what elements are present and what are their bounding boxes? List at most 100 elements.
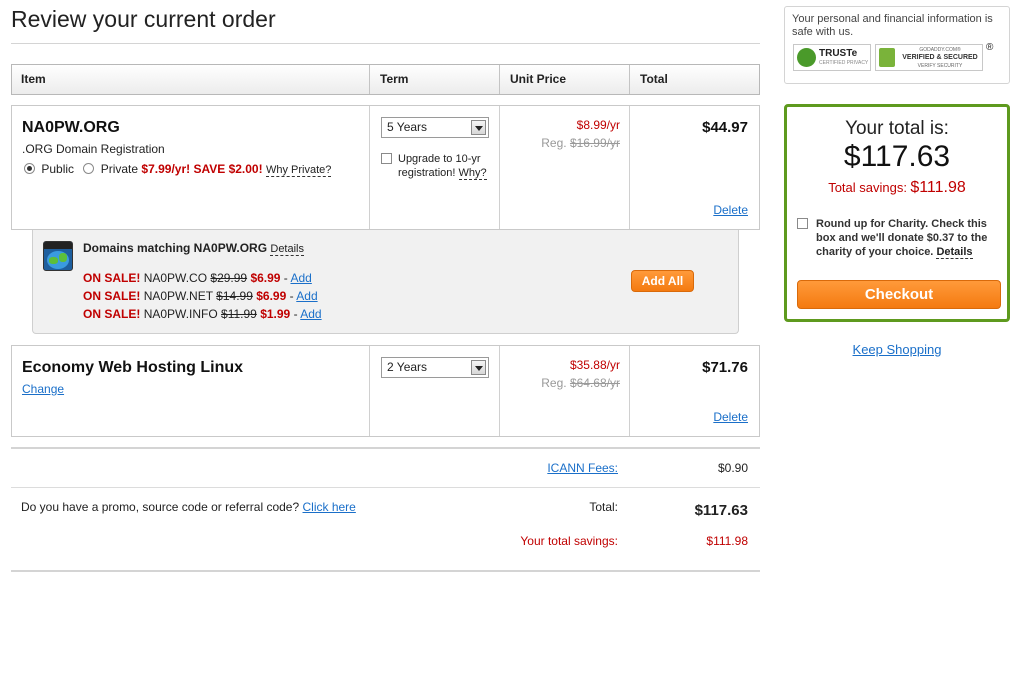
- new-price: $6.99: [256, 289, 287, 303]
- public-label: Public: [41, 162, 75, 176]
- total-value: $117.63: [694, 502, 748, 519]
- truste-seal[interactable]: TRUSTe CERTIFIED PRIVACY: [793, 44, 871, 71]
- why-private-link[interactable]: Why Private?: [265, 164, 332, 177]
- domain-delete-link[interactable]: Delete: [631, 203, 748, 217]
- truste-logo-icon: [797, 48, 816, 67]
- total-savings: Total savings: $111.98: [787, 179, 1007, 197]
- page-title: Review your current order: [11, 6, 276, 32]
- private-offer: $7.99/yr! SAVE $2.00!: [141, 162, 263, 176]
- private-label: Private: [100, 162, 139, 176]
- godaddy-sub: VERIFY SECURITY: [917, 63, 963, 69]
- charity-checkbox[interactable]: [797, 218, 808, 229]
- upgrade-why-link[interactable]: Why?: [458, 167, 487, 180]
- new-price: $6.99: [250, 271, 281, 285]
- suggestion-domain: NA0PW.INFO: [143, 307, 218, 321]
- shield-icon: [879, 48, 895, 67]
- suggestion-domain: NA0PW.NET: [143, 289, 213, 303]
- old-price: $14.99: [216, 289, 253, 303]
- charity-details-link[interactable]: Details: [936, 246, 973, 259]
- hosting-total: $71.76: [702, 359, 748, 376]
- header-total: Total: [640, 72, 668, 86]
- truste-sub: CERTIFIED PRIVACY: [819, 60, 869, 66]
- new-price: $1.99: [260, 307, 291, 321]
- domain-name: NA0PW.ORG: [22, 119, 120, 136]
- total-amount: $117.63: [843, 140, 951, 173]
- godaddy-top: GODADDY.COM®: [919, 47, 961, 53]
- add-link[interactable]: Add: [290, 271, 311, 285]
- keep-shopping-link[interactable]: Keep Shopping: [784, 342, 1010, 357]
- domain-suggestions: Domains matching NA0PW.ORG Details ON SA…: [32, 230, 739, 334]
- hosting-unit-price: $35.88/yr: [569, 358, 620, 372]
- private-radio[interactable]: [83, 163, 95, 174]
- godaddy-main: VERIFIED & SECURED: [902, 54, 978, 61]
- upgrade-option: Upgrade to 10-yr registration! Why?: [381, 152, 497, 180]
- hosting-term-value: 2 Years: [387, 360, 428, 374]
- domain-total: $44.97: [702, 119, 748, 136]
- total-label: Total:: [589, 500, 618, 514]
- hosting-term-select[interactable]: 2 Years: [381, 357, 489, 378]
- upgrade-checkbox[interactable]: [381, 153, 392, 164]
- checkout-button[interactable]: Checkout: [797, 280, 1001, 309]
- security-text: Your personal and financial information …: [792, 13, 993, 38]
- hosting-delete-link[interactable]: Delete: [631, 410, 748, 424]
- truste-label: TRUSTe: [819, 48, 858, 59]
- hosting-change-link[interactable]: Change: [22, 382, 64, 396]
- promo-text: Do you have a promo, source code or refe…: [21, 500, 300, 514]
- domain-term-select[interactable]: 5 Years: [381, 117, 489, 138]
- savings-label: Your total savings:: [520, 534, 618, 548]
- reg-price-value: $16.99/yr: [569, 136, 620, 150]
- hosting-reg-price: Reg. $64.68/yr: [501, 376, 620, 390]
- globe-icon: [43, 241, 73, 271]
- header-term: Term: [380, 72, 409, 86]
- icann-fees-link[interactable]: ICANN Fees:: [500, 461, 618, 475]
- reg-price-value: $64.68/yr: [569, 376, 620, 390]
- add-link[interactable]: Add: [296, 289, 317, 303]
- reg-label: Reg.: [541, 376, 567, 390]
- hosting-name: Economy Web Hosting Linux: [22, 359, 244, 376]
- promo-link[interactable]: Click here: [303, 500, 356, 514]
- domain-reg-price: Reg. $16.99/yr: [501, 136, 620, 150]
- savings-value: $111.98: [706, 534, 748, 548]
- cart-item-domain: NA0PW.ORG .ORG Domain Registration Publi…: [11, 105, 760, 230]
- total-heading: Your total is:: [845, 118, 949, 139]
- sale-label: ON SALE!: [83, 271, 141, 285]
- header-unit-price: Unit Price: [510, 72, 567, 86]
- privacy-options: Public Private $7.99/yr! SAVE $2.00! Why…: [24, 162, 332, 177]
- domain-description: .ORG Domain Registration: [22, 142, 165, 156]
- public-radio[interactable]: [24, 163, 35, 174]
- security-seals: Your personal and financial information …: [784, 6, 1010, 84]
- chevron-down-icon: [471, 360, 486, 375]
- suggestion-item: ON SALE! NA0PW.INFO $11.99 $1.99 - Add: [83, 307, 322, 321]
- summary-divider: [11, 447, 760, 449]
- summary-bottom-divider: [11, 570, 760, 572]
- suggestions-header: Domains matching NA0PW.ORG Details: [83, 241, 304, 256]
- cart-item-hosting: Economy Web Hosting Linux Change 2 Years…: [11, 345, 760, 437]
- title-divider: [11, 43, 760, 44]
- chevron-down-icon: [471, 120, 486, 135]
- registered-mark: ®: [986, 42, 994, 53]
- promo-prompt: Do you have a promo, source code or refe…: [21, 500, 356, 514]
- domain-unit-price: $8.99/yr: [576, 118, 620, 132]
- suggestions-details-link[interactable]: Details: [270, 243, 304, 256]
- add-all-button[interactable]: Add All: [631, 270, 694, 292]
- reg-label: Reg.: [541, 136, 567, 150]
- icann-fees-value: $0.90: [717, 461, 748, 475]
- savings-label: Total savings:: [828, 180, 907, 195]
- charity-option: Round up for Charity. Check this box and…: [797, 217, 997, 259]
- sale-label: ON SALE!: [83, 289, 141, 303]
- savings-amount: $111.98: [910, 179, 966, 196]
- godaddy-seal[interactable]: GODADDY.COM® VERIFIED & SECURED VERIFY S…: [875, 44, 983, 71]
- suggestion-item: ON SALE! NA0PW.NET $14.99 $6.99 - Add: [83, 289, 318, 303]
- suggestion-domain: NA0PW.CO: [143, 271, 208, 285]
- header-item: Item: [21, 72, 46, 86]
- table-header: Item Term Unit Price Total: [11, 64, 760, 95]
- suggestions-title: Domains matching NA0PW.ORG: [83, 241, 268, 255]
- add-link[interactable]: Add: [300, 307, 321, 321]
- old-price: $11.99: [221, 307, 257, 321]
- suggestion-item: ON SALE! NA0PW.CO $29.99 $6.99 - Add: [83, 271, 312, 285]
- order-total-panel: Your total is: $117.63 Total savings: $1…: [784, 104, 1010, 322]
- domain-term-value: 5 Years: [387, 120, 428, 134]
- old-price: $29.99: [210, 271, 248, 285]
- summary-divider: [11, 487, 760, 488]
- sale-label: ON SALE!: [83, 307, 141, 321]
